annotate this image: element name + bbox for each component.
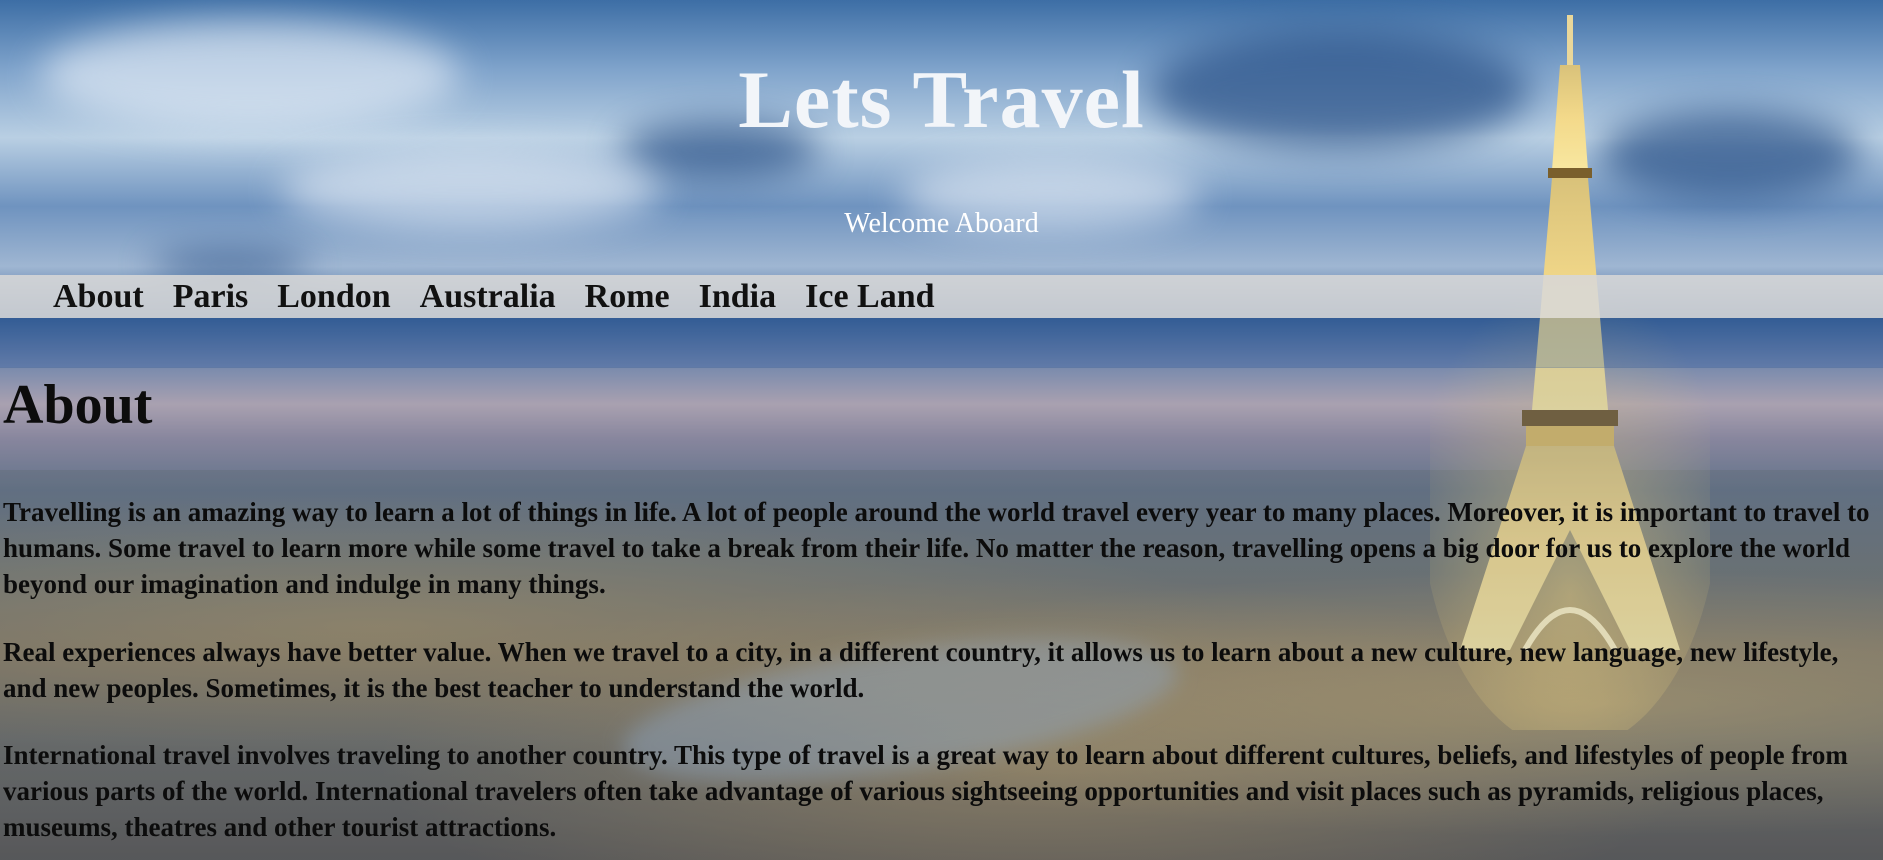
about-paragraph: Travelling is an amazing way to learn a … bbox=[3, 497, 1870, 599]
divider-band bbox=[0, 318, 1883, 368]
nav-item-paris[interactable]: Paris bbox=[173, 275, 249, 318]
site-title: Lets Travel bbox=[738, 54, 1145, 145]
nav-item-about[interactable]: About bbox=[53, 275, 144, 318]
nav-item-australia[interactable]: Australia bbox=[420, 275, 556, 318]
nav-item-iceland[interactable]: Ice Land bbox=[805, 275, 934, 318]
about-heading: About bbox=[3, 374, 153, 436]
main-navigation: About Paris London Australia Rome India … bbox=[0, 275, 1883, 318]
page-background: Lets Travel Welcome Aboard About Paris L… bbox=[0, 0, 1883, 860]
about-section: About Travelling is an amazing way to le… bbox=[3, 372, 1878, 842]
about-paragraph: International travel involves traveling … bbox=[3, 740, 1848, 842]
nav-item-india[interactable]: India bbox=[699, 275, 777, 318]
nav-item-rome[interactable]: Rome bbox=[585, 275, 670, 318]
about-paragraph: Real experiences always have better valu… bbox=[3, 637, 1839, 703]
site-subtitle: Welcome Aboard bbox=[844, 208, 1039, 239]
nav-item-london[interactable]: London bbox=[277, 275, 390, 318]
